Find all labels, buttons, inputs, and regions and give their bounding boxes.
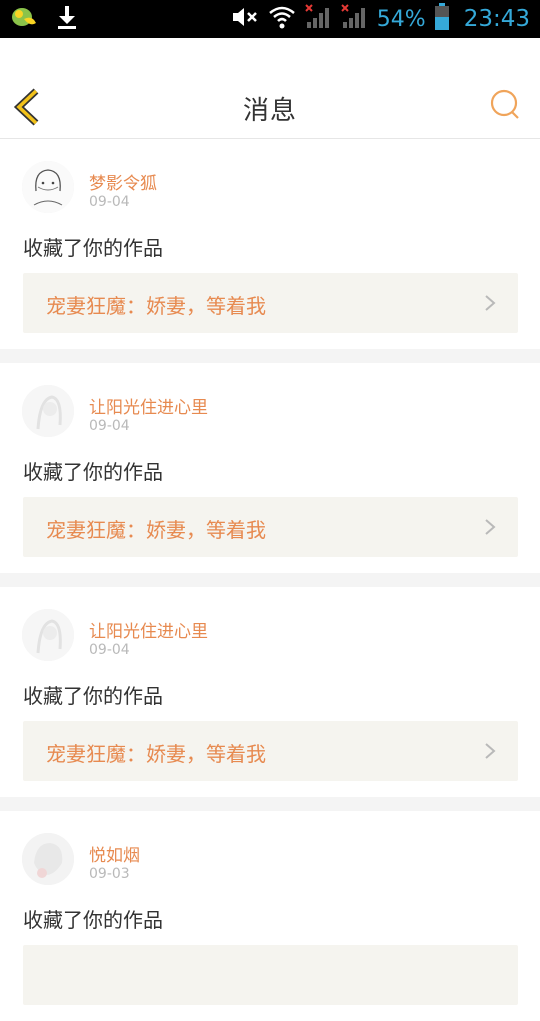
battery-icon	[434, 3, 450, 35]
mute-icon	[231, 5, 259, 33]
user-name[interactable]: 让阳光住进心里	[89, 393, 208, 418]
work-link[interactable]: 宠妻狂魔：娇妻，等着我	[23, 721, 518, 781]
work-link[interactable]: 宠妻狂魔：娇妻，等着我	[23, 497, 518, 557]
message-item: 梦影令狐 09-04 收藏了你的作品 宠妻狂魔：娇妻，等着我	[0, 139, 540, 349]
avatar[interactable]	[22, 833, 74, 885]
message-date: 09-04	[89, 194, 130, 210]
work-title: 宠妻狂魔：娇妻，等着我	[46, 518, 266, 542]
app-icon	[10, 5, 38, 33]
signal-icon-2	[341, 4, 369, 34]
message-list: 梦影令狐 09-04 收藏了你的作品 宠妻狂魔：娇妻，等着我 让阳光住进心里 0…	[0, 139, 540, 1021]
clock: 23:43	[463, 6, 530, 32]
page-title: 消息	[242, 96, 297, 126]
battery-percent: 54%	[376, 6, 426, 32]
user-name[interactable]: 梦影令狐	[89, 169, 157, 194]
message-action: 收藏了你的作品	[23, 236, 163, 260]
search-button[interactable]	[488, 88, 522, 122]
message-item: 让阳光住进心里 09-04 收藏了你的作品 宠妻狂魔：娇妻，等着我	[0, 363, 540, 573]
app-header: 消息	[0, 38, 540, 139]
message-date: 09-03	[89, 866, 130, 882]
status-bar: 54% 23:43	[0, 0, 540, 38]
divider	[0, 349, 540, 363]
message-item: 让阳光住进心里 09-04 收藏了你的作品 宠妻狂魔：娇妻，等着我	[0, 587, 540, 797]
search-icon	[490, 89, 519, 119]
avatar[interactable]	[22, 161, 74, 213]
work-title: 宠妻狂魔：娇妻，等着我	[46, 742, 266, 766]
wifi-icon	[267, 4, 297, 34]
avatar[interactable]	[22, 385, 74, 437]
message-action: 收藏了你的作品	[23, 908, 163, 932]
signal-icon	[305, 4, 333, 34]
message-date: 09-04	[89, 642, 130, 658]
message-action: 收藏了你的作品	[23, 684, 163, 708]
chevron-right-icon	[485, 743, 496, 759]
chevron-right-icon	[485, 519, 496, 535]
user-name[interactable]: 让阳光住进心里	[89, 617, 208, 642]
user-name[interactable]: 悦如烟	[89, 841, 140, 866]
divider	[0, 797, 540, 811]
message-action: 收藏了你的作品	[23, 460, 163, 484]
chevron-right-icon	[485, 295, 496, 311]
divider	[0, 573, 540, 587]
message-date: 09-04	[89, 418, 130, 434]
download-icon	[56, 4, 78, 34]
work-title: 宠妻狂魔：娇妻，等着我	[46, 294, 266, 318]
work-link[interactable]: 宠妻狂魔：娇妻，等着我	[23, 273, 518, 333]
avatar[interactable]	[22, 609, 74, 661]
work-link[interactable]	[23, 945, 518, 1005]
message-item: 悦如烟 09-03 收藏了你的作品	[0, 811, 540, 1021]
